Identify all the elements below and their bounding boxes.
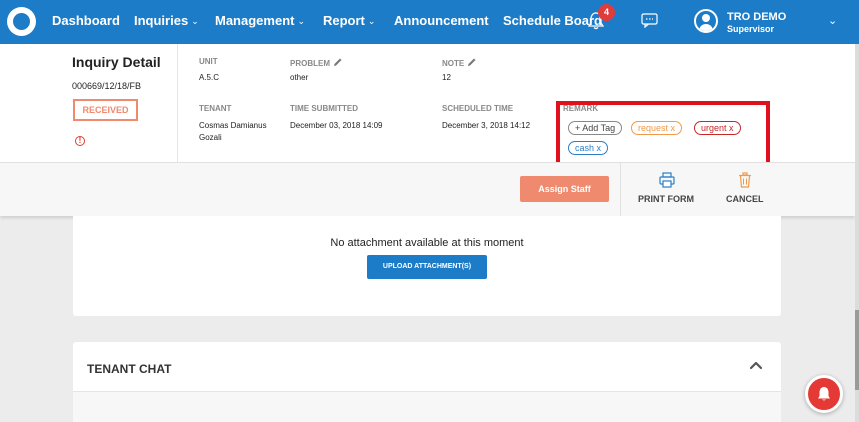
page-title: Inquiry Detail [72,54,161,70]
action-bar [0,163,855,216]
avatar[interactable] [694,9,718,33]
scrollbar-thumb[interactable] [855,310,859,390]
remark-highlight-box [556,101,770,167]
chevron-down-icon: ⌄ [367,16,376,26]
problem-label: PROBLEM [290,57,343,68]
pencil-icon[interactable] [333,57,343,67]
tenant-chat-body [73,392,781,422]
chevron-down-icon: ⌄ [297,16,306,26]
print-form-button[interactable]: PRINT FORM [638,194,694,204]
nav-management[interactable]: Management ⌄ [215,13,305,28]
app-logo[interactable] [7,7,36,36]
trash-icon[interactable] [738,172,752,188]
top-navbar: Dashboard Inquiries ⌄ Management ⌄ Report ⌄… [0,0,859,44]
tenant-chat-card: TENANT CHAT [73,342,781,422]
scheduled-time-value: December 3, 2018 14:12 [442,121,531,130]
time-submitted-value: December 03, 2018 14:09 [290,121,383,130]
nav-announcement-label: Announcement [394,13,489,28]
attachment-card: No attachment available at this moment U… [73,216,781,316]
chevron-down-icon: ⌄ [191,16,199,26]
cancel-button[interactable]: CANCEL [726,194,764,204]
problem-value: other [290,73,309,82]
unit-value: A.5.C [199,73,220,82]
nav-dashboard[interactable]: Dashboard [52,13,120,28]
chevron-up-icon[interactable] [749,360,763,370]
notification-badge: 4 [598,4,615,21]
nav-report-label: Report [323,13,365,28]
note-value: 12 [442,73,451,82]
assign-staff-button[interactable]: Assign Staff [520,176,609,202]
no-attachment-text: No attachment available at this moment [330,237,524,249]
user-role: Supervisor [727,24,775,34]
nav-inquiries[interactable]: Inquiries ⌄ [134,13,199,28]
nav-inquiries-label: Inquiries [134,13,189,28]
tenant-value: Cosmas Damianus Gozali [199,121,267,142]
chevron-down-icon[interactable]: ⌄ [828,14,837,27]
tenant-label: TENANT [199,104,232,113]
pencil-icon[interactable] [467,57,477,67]
upload-attachments-button[interactable]: UPLOAD ATTACHMENT(S) [367,255,487,279]
status-badge: RECEIVED [73,99,138,121]
alert-icon[interactable]: ! [75,136,85,146]
inquiry-reference: 000669/12/18/FB [72,81,142,91]
floating-notification-button[interactable] [805,375,843,413]
tenant-chat-title: TENANT CHAT [87,362,172,376]
unit-label: UNIT [199,57,218,66]
printer-icon[interactable] [659,172,675,188]
time-submitted-label: TIME SUBMITTED [290,104,358,113]
scheduled-time-label: SCHEDULED TIME [442,104,514,113]
nav-dashboard-label: Dashboard [52,13,120,28]
note-label: NOTE [442,57,477,68]
bell-icon [818,387,830,401]
user-name[interactable]: TRO DEMO [727,11,786,23]
nav-announcement[interactable]: Announcement [394,13,489,28]
message-icon[interactable] [641,13,658,28]
nav-management-label: Management [215,13,295,28]
inquiry-detail-panel: Inquiry Detail 000669/12/18/FB RECEIVED … [0,44,855,216]
nav-report[interactable]: Report ⌄ [323,13,375,28]
